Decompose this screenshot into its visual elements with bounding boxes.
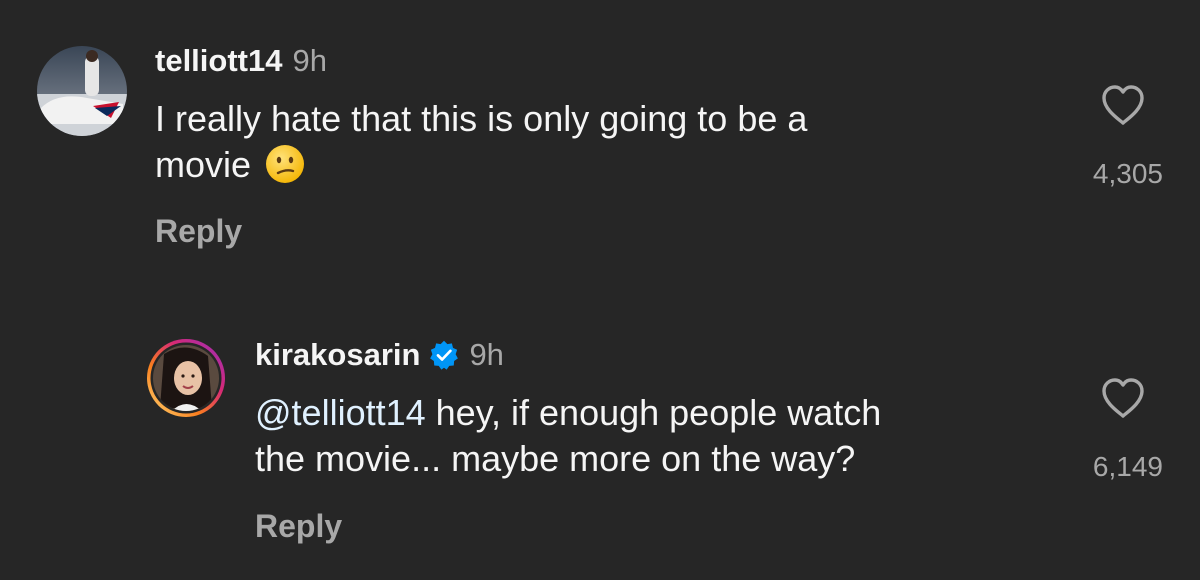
like-count: 6,149 [1092,451,1163,482]
avatar[interactable] [37,46,127,136]
verified-badge-icon [430,340,459,370]
like-count: 4,305 [1092,158,1163,189]
comment-text: I really hate that this is only going to… [155,96,807,188]
reply-button[interactable]: Reply [155,213,242,250]
username[interactable]: telliott14 [155,43,282,79]
comment-text: @telliott14 hey, if enough people watch … [255,390,881,482]
like-control: 6,149 [1083,377,1163,483]
comment-text-line-1: I really hate that this is only going to… [155,98,808,139]
heart-icon[interactable] [1100,377,1146,419]
timestamp: 9h [469,337,504,372]
timestamp: 9h [292,43,327,78]
avatar[interactable] [146,338,226,418]
comment-text-line-1: hey, if enough people watch [425,392,882,433]
confused-face-emoji-icon [266,145,305,184]
username[interactable]: kirakosarin [255,337,420,373]
comment-text-line-2: movie [155,144,252,185]
heart-icon[interactable] [1100,84,1146,126]
like-control: 4,305 [1083,84,1163,190]
reply-button[interactable]: Reply [255,508,342,545]
mention-link[interactable]: @telliott14 [255,392,426,433]
comment-text-line-2: the movie... maybe more on the way? [255,438,856,479]
